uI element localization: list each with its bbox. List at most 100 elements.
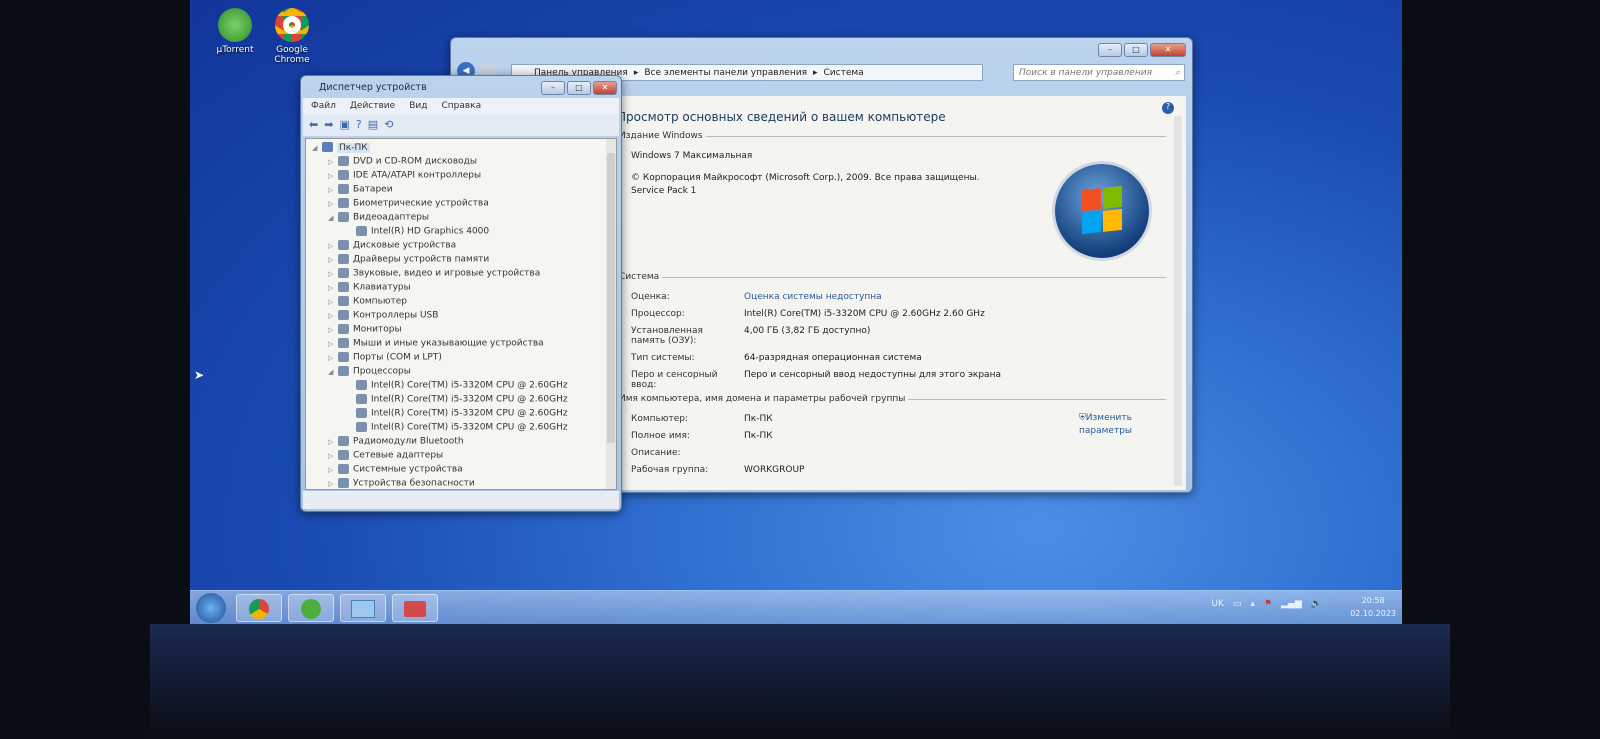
info-value: Перо и сенсорный ввод недоступны для это… bbox=[744, 370, 1001, 380]
expand-arrow-icon[interactable]: ▷ bbox=[328, 158, 338, 166]
expand-arrow-icon[interactable]: ▷ bbox=[328, 480, 338, 488]
scrollbar[interactable] bbox=[606, 139, 616, 489]
device-icon bbox=[338, 156, 349, 166]
tree-label: Intel(R) Core(TM) i5-3320M CPU @ 2.60GHz bbox=[371, 394, 568, 405]
expand-arrow-icon[interactable]: ▷ bbox=[328, 256, 338, 264]
tree-category[interactable]: ▷ Батареи bbox=[328, 184, 393, 195]
forward-icon[interactable]: ➡ bbox=[324, 118, 333, 132]
windows-logo bbox=[1055, 164, 1149, 258]
tree-category[interactable]: ◢ Видеоадаптеры bbox=[328, 212, 429, 223]
mouse-cursor: ➤ bbox=[194, 368, 205, 382]
tree-label: Мыши и иные указывающие устройства bbox=[353, 338, 544, 349]
rating-link[interactable]: Оценка системы недоступна bbox=[744, 292, 882, 302]
device-icon bbox=[338, 184, 349, 194]
tree-device[interactable]: Intel(R) HD Graphics 4000 bbox=[346, 226, 489, 237]
tree-category[interactable]: ▷ Радиомодули Bluetooth bbox=[328, 436, 464, 447]
tree-device[interactable]: Intel(R) Core(TM) i5-3320M CPU @ 2.60GHz bbox=[346, 380, 568, 391]
menu-action[interactable]: Действие bbox=[350, 101, 395, 111]
expand-arrow-icon[interactable]: ▷ bbox=[328, 466, 338, 474]
edition: Windows 7 Максимальная bbox=[631, 151, 753, 161]
expand-arrow-icon[interactable]: ▷ bbox=[328, 354, 338, 362]
maximize-button[interactable]: □ bbox=[1124, 43, 1148, 57]
device-icon bbox=[338, 338, 349, 348]
scan-hardware-icon[interactable]: ⟲ bbox=[384, 118, 393, 132]
tree-category[interactable]: ▷ Биометрические устройства bbox=[328, 198, 489, 209]
scrollbar[interactable] bbox=[1174, 116, 1182, 486]
info-label: Полное имя: bbox=[631, 431, 690, 441]
taskbar-device-manager[interactable] bbox=[392, 594, 438, 622]
desktop-icon-chrome[interactable]: Google Chrome bbox=[267, 8, 317, 65]
minimize-button[interactable]: – bbox=[1098, 43, 1122, 57]
tree-label: Драйверы устройств памяти bbox=[353, 254, 490, 265]
tree-root[interactable]: ◢ Пк-ПК bbox=[312, 142, 370, 153]
menu-view[interactable]: Вид bbox=[409, 101, 427, 111]
collapse-arrow-icon[interactable]: ◢ bbox=[328, 214, 338, 222]
device-tree: ◢ Пк-ПК ▷ DVD и CD-ROM дисководы ▷ IDE ATA/A… bbox=[305, 138, 617, 490]
tree-category[interactable]: ▷ Устройства безопасности bbox=[328, 478, 475, 489]
tree-category[interactable]: ▷ IDE ATA/ATAPI контроллеры bbox=[328, 170, 481, 181]
expand-arrow-icon[interactable]: ▷ bbox=[328, 312, 338, 320]
keyboard-icon[interactable]: ▭ bbox=[1233, 599, 1242, 609]
tree-label: Intel(R) Core(TM) i5-3320M CPU @ 2.60GHz bbox=[371, 422, 568, 433]
expand-arrow-icon[interactable]: ▷ bbox=[328, 452, 338, 460]
network-icon[interactable]: ▂▄▆ bbox=[1281, 599, 1302, 609]
close-button[interactable]: ✕ bbox=[593, 81, 617, 95]
help-icon[interactable]: ? bbox=[1162, 102, 1174, 114]
tree-category[interactable]: ▷ Компьютер bbox=[328, 296, 407, 307]
desktop-icon-utorrent[interactable]: µTorrent bbox=[210, 8, 260, 55]
update-driver-icon[interactable]: ▤ bbox=[368, 118, 378, 132]
expand-arrow-icon[interactable]: ▷ bbox=[328, 298, 338, 306]
tree-category[interactable]: ◢ Процессоры bbox=[328, 366, 411, 377]
tree-category[interactable]: ▷ Порты (COM и LPT) bbox=[328, 352, 442, 363]
window-controls: – □ ✕ bbox=[1098, 43, 1186, 57]
expand-arrow-icon[interactable]: ▷ bbox=[328, 326, 338, 334]
expand-arrow-icon[interactable]: ▷ bbox=[328, 438, 338, 446]
minimize-button[interactable]: – bbox=[541, 81, 565, 95]
tree-device[interactable]: Intel(R) Core(TM) i5-3320M CPU @ 2.60GHz bbox=[346, 422, 568, 433]
tree-category[interactable]: ▷ Клавиатуры bbox=[328, 282, 411, 293]
tree-category[interactable]: ▷ Мыши и иные указывающие устройства bbox=[328, 338, 544, 349]
expand-arrow-icon[interactable]: ▷ bbox=[328, 172, 338, 180]
help-icon[interactable]: ? bbox=[356, 118, 362, 132]
show-hidden-icons[interactable]: ▴ bbox=[1250, 599, 1255, 609]
expand-arrow-icon[interactable]: ▷ bbox=[328, 284, 338, 292]
search-input[interactable]: Поиск в панели управления ⌕ bbox=[1013, 64, 1185, 81]
breadcrumb-item[interactable]: Все элементы панели управления bbox=[644, 68, 807, 78]
start-button[interactable] bbox=[196, 593, 226, 623]
menu-help[interactable]: Справка bbox=[441, 101, 481, 111]
clock[interactable]: 20:58 02.10.2023 bbox=[1350, 594, 1396, 620]
action-center-icon[interactable]: ⚑ bbox=[1264, 599, 1272, 609]
close-button[interactable]: ✕ bbox=[1150, 43, 1186, 57]
tree-device[interactable]: Intel(R) Core(TM) i5-3320M CPU @ 2.60GHz bbox=[346, 408, 568, 419]
language-indicator[interactable]: UK bbox=[1211, 599, 1224, 609]
tree-category[interactable]: ▷ Дисковые устройства bbox=[328, 240, 456, 251]
properties-icon[interactable]: ▣ bbox=[339, 118, 349, 132]
taskbar-control-panel[interactable] bbox=[340, 594, 386, 622]
expand-arrow-icon[interactable]: ▷ bbox=[328, 186, 338, 194]
maximize-button[interactable]: □ bbox=[567, 81, 591, 95]
scrollbar-thumb[interactable] bbox=[607, 153, 615, 443]
change-settings-link[interactable]: ⛨Изменить параметры bbox=[1079, 412, 1149, 438]
expand-arrow-icon[interactable]: ▷ bbox=[328, 242, 338, 250]
taskbar-chrome[interactable] bbox=[236, 594, 282, 622]
tree-device[interactable]: Intel(R) Core(TM) i5-3320M CPU @ 2.60GHz bbox=[346, 394, 568, 405]
menu-file[interactable]: Файл bbox=[311, 101, 336, 111]
tree-category[interactable]: ▷ Звуковые, видео и игровые устройства bbox=[328, 268, 540, 279]
tree-category[interactable]: ▷ DVD и CD-ROM дисководы bbox=[328, 156, 477, 167]
expand-arrow-icon[interactable]: ▷ bbox=[328, 200, 338, 208]
tree-category[interactable]: ▷ Сетевые адаптеры bbox=[328, 450, 443, 461]
volume-icon[interactable]: 🔈 bbox=[1311, 599, 1322, 609]
tree-category[interactable]: ▷ Мониторы bbox=[328, 324, 402, 335]
device-icon bbox=[338, 296, 349, 306]
taskbar-utorrent[interactable] bbox=[288, 594, 334, 622]
back-icon[interactable]: ⬅ bbox=[309, 118, 318, 132]
tree-category[interactable]: ▷ Драйверы устройств памяти bbox=[328, 254, 489, 265]
tree-category[interactable]: ▷ Контроллеры USB bbox=[328, 310, 438, 321]
breadcrumb-item[interactable]: Система bbox=[824, 68, 864, 78]
tree-label: Батареи bbox=[353, 184, 393, 195]
device-icon bbox=[338, 310, 349, 320]
expand-arrow-icon[interactable]: ▷ bbox=[328, 270, 338, 278]
expand-arrow-icon[interactable]: ▷ bbox=[328, 340, 338, 348]
collapse-arrow-icon[interactable]: ◢ bbox=[328, 368, 338, 376]
tree-category[interactable]: ▷ Системные устройства bbox=[328, 464, 463, 475]
